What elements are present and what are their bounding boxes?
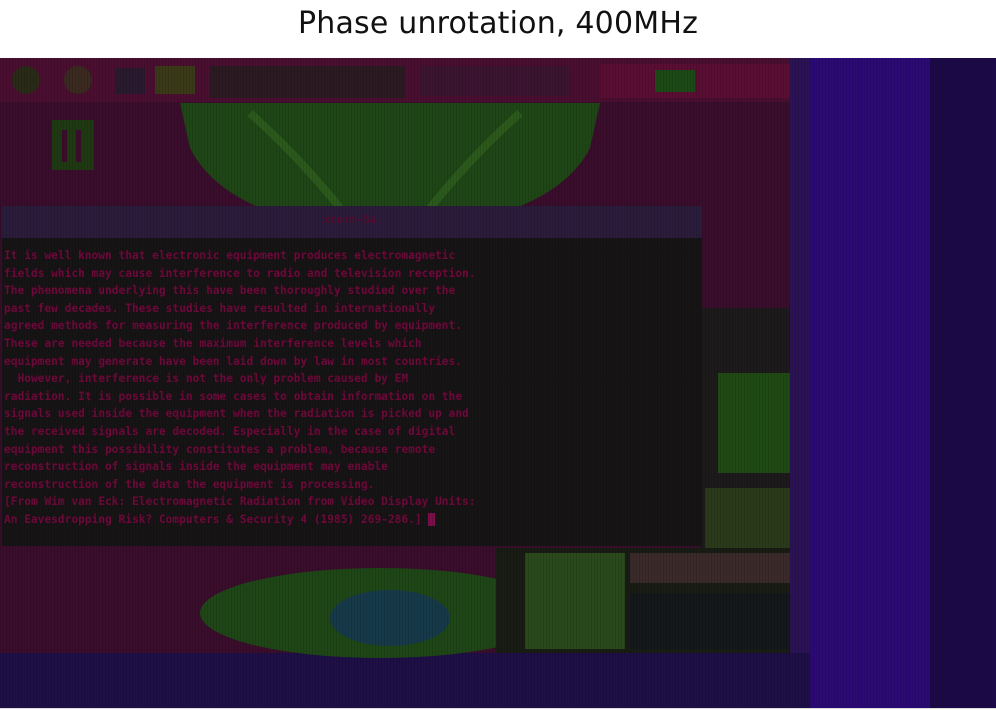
terminal-line: The phenomena underlying this have been … (4, 284, 456, 298)
terminal-text: It is well known that electronic equipme… (4, 247, 700, 529)
terminal-line: fields which may cause interference to r… (4, 266, 476, 280)
terminal-line: past few decades. These studies have res… (4, 301, 436, 315)
divider-stripe (790, 58, 810, 708)
desktop-icon (52, 120, 94, 170)
taskbar-window-button-2 (420, 66, 570, 96)
terminal-line: equipment may generate have been laid do… (4, 354, 463, 368)
terminal-cursor (428, 513, 436, 527)
bottom-band (0, 653, 810, 708)
terminal-line: signals used inside the equipment when t… (4, 407, 469, 421)
files-icon (115, 68, 145, 94)
captured-screen-image: xterm-Sa It is well known that electroni… (0, 58, 996, 709)
terminal-line: equipment this possibility constitutes a… (4, 442, 436, 456)
terminal-window-title: xterm-Sa (323, 213, 377, 226)
blue-band (810, 58, 930, 708)
figure-title: Phase unrotation, 400MHz (297, 6, 699, 41)
terminal-line: agreed methods for measuring the interfe… (4, 319, 463, 333)
terminal-line: [From Wim van Eck: Electromagnetic Radia… (4, 495, 476, 509)
browser-icon (64, 66, 92, 94)
terminal-line: the received signals are decoded. Especi… (4, 424, 456, 438)
terminal-line: An Eavesdropping Risk? Computers & Secur… (4, 512, 422, 526)
app-icon (155, 66, 195, 94)
terminal-line: reconstruction of signals inside the equ… (4, 460, 388, 474)
taskbar-window-button (210, 66, 405, 98)
launcher-icon (12, 66, 40, 94)
terminal-line: radiation. It is possible in some cases … (4, 389, 463, 403)
terminal-line: reconstruction of the data the equipment… (4, 477, 375, 491)
right-dark-band (930, 58, 996, 708)
terminal-line: It is well known that electronic equipme… (4, 249, 456, 262)
tray-icon (655, 70, 695, 92)
terminal-line: However, interference is not the only pr… (4, 372, 409, 386)
terminal-line: These are needed because the maximum int… (4, 336, 422, 350)
